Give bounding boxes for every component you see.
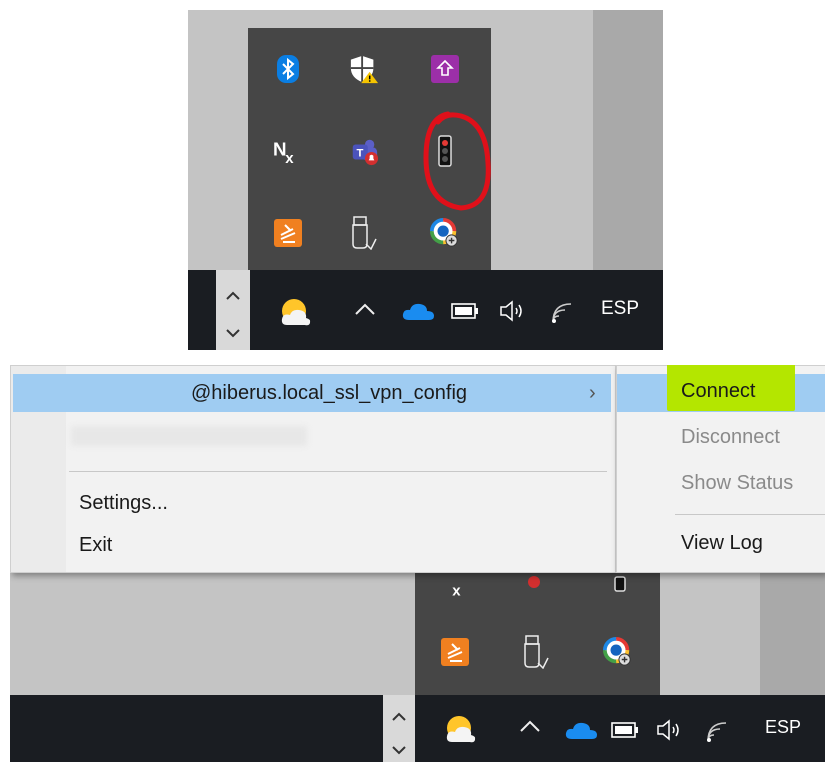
submenu-arrow-icon: ›	[589, 382, 596, 404]
vpn-traffic-light-icon[interactable]	[605, 571, 635, 601]
scroll-up-icon[interactable]	[383, 705, 415, 725]
menu-item-settings[interactable]: Settings...	[79, 492, 168, 515]
tray-overflow-screenshot: Nx T ESP	[188, 10, 663, 350]
onedrive-icon[interactable]	[400, 296, 436, 326]
usb-drive-icon[interactable]	[349, 216, 379, 250]
speaker-icon[interactable]	[655, 715, 685, 745]
taskbar-scroller[interactable]	[383, 695, 415, 762]
update-tool-icon[interactable]	[603, 637, 633, 667]
scroll-down-icon[interactable]	[216, 322, 250, 342]
scroll-up-icon[interactable]	[216, 284, 250, 304]
menu-item-vpn-config[interactable]: @hiberus.local_ssl_vpn_config ›	[13, 374, 611, 412]
bluetooth-icon[interactable]	[273, 54, 303, 84]
tray-overflow-flyout: x	[415, 565, 660, 695]
menu-item-exit[interactable]: Exit	[79, 534, 112, 557]
submenu-item-disconnect[interactable]: Disconnect	[681, 426, 780, 449]
show-hidden-icons-chevron[interactable]	[518, 717, 542, 740]
show-hidden-icons-chevron[interactable]	[353, 298, 377, 324]
sublime-text-icon[interactable]	[273, 218, 303, 248]
menu-item-label: @hiberus.local_ssl_vpn_config	[191, 382, 468, 404]
scroll-down-icon[interactable]	[383, 739, 415, 759]
context-menu-screenshot: x ESP @hiberus.local_ssl_vpn_config › Se…	[10, 365, 825, 762]
tray-overflow-flyout: Nx T	[248, 28, 491, 278]
wifi-icon[interactable]	[703, 715, 733, 745]
update-tool-icon[interactable]	[430, 218, 460, 248]
onedrive-icon[interactable]	[563, 715, 599, 745]
vpn-context-menu: @hiberus.local_ssl_vpn_config › Settings…	[10, 365, 616, 573]
background-strip	[593, 10, 663, 270]
teams-icon[interactable]: T	[349, 136, 379, 166]
weather-icon[interactable]	[442, 713, 478, 747]
svg-text:T: T	[357, 148, 364, 160]
teams-icon[interactable]	[519, 569, 549, 599]
usb-drive-icon[interactable]	[521, 635, 551, 669]
submenu-item-show-status[interactable]: Show Status	[681, 472, 793, 495]
menu-item-blurred[interactable]	[71, 426, 307, 446]
sublime-text-icon[interactable]	[440, 637, 470, 667]
svg-text:x: x	[285, 150, 294, 166]
nx-icon[interactable]: x	[440, 573, 470, 603]
taskbar: ESP	[188, 270, 663, 350]
upload-app-icon[interactable]	[430, 54, 460, 84]
wifi-icon[interactable]	[548, 296, 578, 326]
battery-icon[interactable]	[610, 715, 640, 745]
taskbar-scroller[interactable]	[216, 270, 250, 350]
taskbar: ESP	[10, 695, 825, 762]
battery-icon[interactable]	[450, 296, 480, 326]
vpn-submenu: Connect Disconnect Show Status View Log	[616, 365, 825, 573]
red-annotation-circle	[423, 111, 491, 211]
language-indicator[interactable]: ESP	[765, 717, 801, 738]
svg-text:x: x	[452, 583, 461, 600]
windows-security-warning-icon[interactable]	[349, 54, 379, 84]
submenu-item-view-log[interactable]: View Log	[681, 532, 763, 555]
menu-separator	[69, 471, 607, 472]
speaker-icon[interactable]	[498, 296, 528, 326]
weather-icon[interactable]	[277, 295, 313, 331]
submenu-separator	[675, 514, 825, 515]
nx-icon[interactable]: Nx	[273, 136, 303, 166]
language-indicator[interactable]: ESP	[601, 298, 639, 320]
submenu-item-connect[interactable]: Connect	[681, 380, 756, 403]
